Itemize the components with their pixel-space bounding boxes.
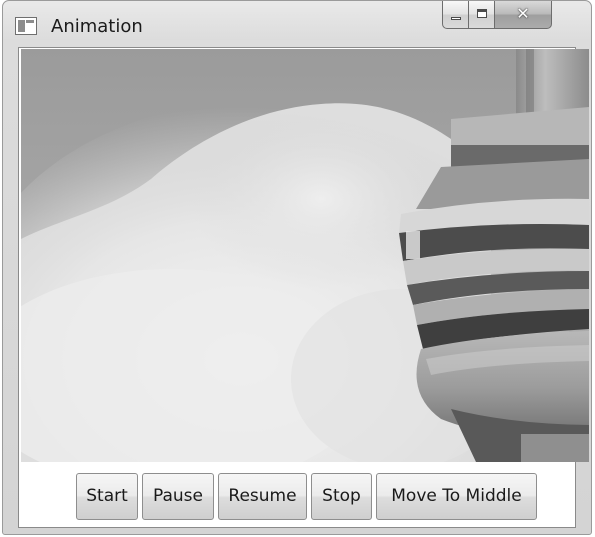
maximize-icon <box>477 9 487 18</box>
move-to-middle-button[interactable]: Move To Middle <box>376 473 537 520</box>
start-button[interactable]: Start <box>76 473 138 520</box>
stop-button[interactable]: Stop <box>311 473 372 520</box>
app-window: Animation ✕ Start Pause Resume Stop Move… <box>2 0 592 535</box>
minimize-button[interactable] <box>442 1 468 29</box>
maximize-button[interactable] <box>468 1 494 29</box>
minimize-icon <box>451 17 461 20</box>
pause-button[interactable]: Pause <box>142 473 214 520</box>
client-area: Start Pause Resume Stop Move To Middle <box>18 47 589 528</box>
window-app-icon[interactable] <box>15 17 37 35</box>
close-icon: ✕ <box>516 4 530 23</box>
window-title: Animation <box>51 16 143 37</box>
close-button[interactable]: ✕ <box>494 1 552 29</box>
resume-button[interactable]: Resume <box>218 473 307 520</box>
content-image <box>21 49 589 462</box>
title-bar[interactable]: Animation ✕ <box>3 1 591 47</box>
button-bar: Start Pause Resume Stop Move To Middle <box>19 464 575 528</box>
caption-buttons: ✕ <box>442 1 552 31</box>
